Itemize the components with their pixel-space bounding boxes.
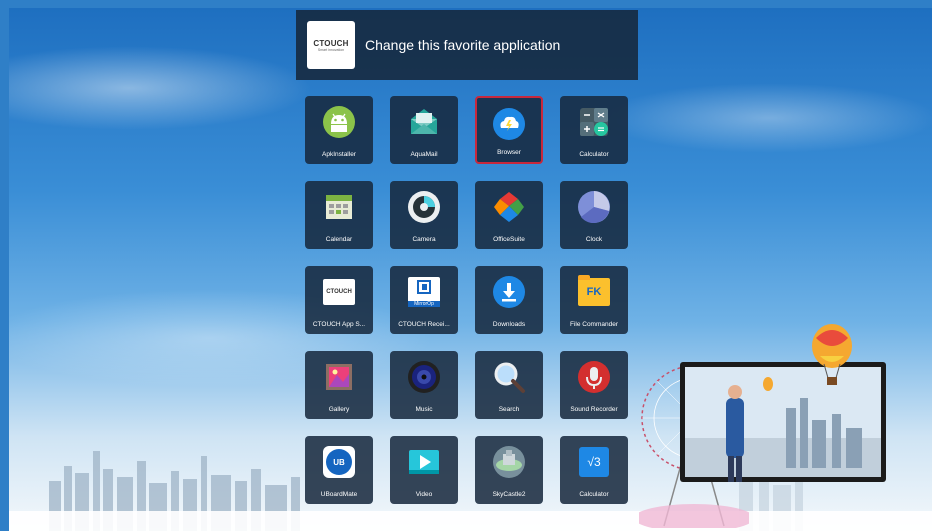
page-title: Change this favorite application	[365, 37, 561, 53]
app-tile-sound-recorder[interactable]: Sound Recorder	[560, 351, 628, 419]
app-logo-brand: CTOUCH	[313, 38, 349, 48]
app-tile-calendar[interactable]: Calendar	[305, 181, 373, 249]
app-tile-video[interactable]: Video	[390, 436, 458, 504]
app-tile-calculator[interactable]: Calculator	[560, 96, 628, 164]
app-tile-aquamail[interactable]: AquaMail	[390, 96, 458, 164]
mirrorop-text: MirrorOp	[408, 301, 440, 307]
display-board-illustration	[680, 362, 886, 482]
app-label: Music	[415, 406, 433, 413]
folder-icon: FK	[577, 275, 611, 309]
ctouch-app-logo: CTOUCH Smart innovation	[307, 21, 355, 69]
app-label: OfficeSuite	[493, 236, 525, 243]
camera-lens-icon	[407, 190, 441, 224]
app-label: Downloads	[492, 321, 526, 328]
app-tile-ctouch-receiver[interactable]: MirrorOp CTOUCH Recei...	[390, 266, 458, 334]
app-label: Camera	[412, 236, 436, 243]
app-label: Gallery	[328, 406, 350, 413]
app-label: CTOUCH App S...	[312, 321, 366, 328]
app-label: Calculator	[579, 491, 609, 498]
app-label: Calendar	[325, 236, 353, 243]
app-label: Calculator	[579, 151, 609, 158]
app-label: CTOUCH Recei...	[398, 321, 450, 328]
app-tile-officesuite[interactable]: OfficeSuite	[475, 181, 543, 249]
ctouch-logo-icon: CTOUCH	[322, 275, 356, 309]
download-icon	[492, 275, 526, 309]
cloud-browser-icon	[492, 107, 526, 141]
gallery-icon	[322, 360, 356, 394]
app-tile-calculator-2[interactable]: √3 Calculator	[560, 436, 628, 504]
app-label: AquaMail	[410, 151, 438, 158]
magnifier-icon	[492, 360, 526, 394]
app-label: File Commander	[569, 321, 619, 328]
app-label: SkyCastle2	[492, 491, 526, 498]
mail-envelope-icon	[407, 105, 441, 139]
speaker-icon	[407, 360, 441, 394]
app-tile-browser[interactable]: Browser	[475, 96, 543, 164]
app-tile-uboardmate[interactable]: UB UBoardMate	[305, 436, 373, 504]
app-label: UBoardMate	[320, 491, 358, 498]
app-label: Browser	[497, 149, 521, 156]
calculator-icon	[577, 105, 611, 139]
app-tile-camera[interactable]: Camera	[390, 181, 458, 249]
play-icon	[407, 445, 441, 479]
sqrt-text: √3	[587, 455, 601, 469]
calendar-icon	[322, 190, 356, 224]
app-tile-skycastle2[interactable]: SkyCastle2	[475, 436, 543, 504]
clock-icon	[577, 190, 611, 224]
app-label: ApkInstaller	[322, 151, 356, 158]
microphone-icon	[577, 360, 611, 394]
favorite-app-header: CTOUCH Smart innovation Change this favo…	[296, 10, 638, 80]
officesuite-icon	[492, 190, 526, 224]
fk-text: FK	[586, 286, 602, 298]
app-label: Search	[498, 406, 520, 413]
app-tile-ctouch-app-store[interactable]: CTOUCH CTOUCH App S...	[305, 266, 373, 334]
math-calculator-icon: √3	[577, 445, 611, 479]
app-label: Video	[415, 491, 433, 498]
app-logo-tagline: Smart innovation	[317, 47, 345, 52]
app-tile-file-commander[interactable]: FK File Commander	[560, 266, 628, 334]
app-tile-gallery[interactable]: Gallery	[305, 351, 373, 419]
app-label: Sound Recorder	[570, 406, 618, 413]
hot-air-balloon-decoration	[812, 324, 852, 385]
android-icon	[322, 105, 356, 139]
ctouch-logo-text: CTOUCH	[326, 289, 352, 295]
app-tile-search[interactable]: Search	[475, 351, 543, 419]
uboardmate-icon: UB	[322, 445, 356, 479]
uboard-text: UB	[333, 457, 345, 467]
app-label: Clock	[585, 236, 603, 243]
app-grid: ApkInstaller AquaMail Browser Calculator…	[305, 96, 628, 504]
app-tile-downloads[interactable]: Downloads	[475, 266, 543, 334]
app-tile-music[interactable]: Music	[390, 351, 458, 419]
mirrorop-icon: MirrorOp	[407, 275, 441, 309]
app-tile-clock[interactable]: Clock	[560, 181, 628, 249]
app-tile-apkinstaller[interactable]: ApkInstaller	[305, 96, 373, 164]
skycastle-icon	[492, 445, 526, 479]
